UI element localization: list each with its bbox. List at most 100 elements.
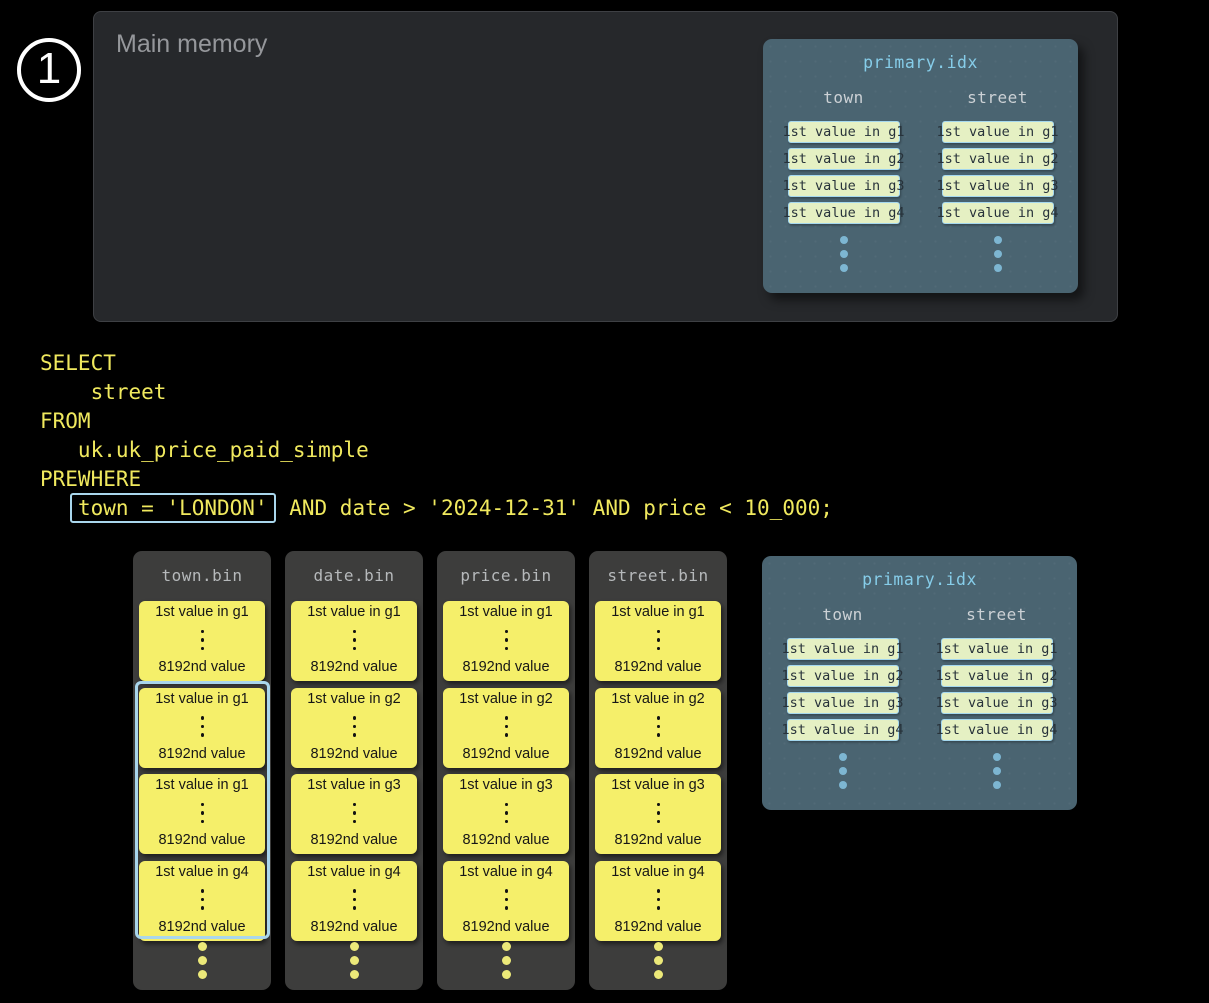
granule-inner-ellipsis [505, 716, 508, 737]
prewhere-highlight-box: town = 'LONDON' [70, 493, 276, 523]
index-entries: 1st value in g1 1st value in g2 1st value … [788, 121, 900, 224]
bin-bottom-ellipsis [437, 942, 575, 979]
granule-first-value-label: 1st value in g4 [155, 863, 249, 882]
main-memory-panel: Main memory primary.idxtown1st value in … [93, 11, 1118, 322]
granule-inner-ellipsis [201, 716, 204, 737]
granule-inner-ellipsis [201, 630, 204, 651]
granule-first-value-label: 1st value in g1 [155, 603, 249, 622]
sql-line: FROM [40, 407, 833, 436]
granule-last-value-label: 8192nd value [614, 831, 701, 850]
granule-block: 1st value in g48192nd value [595, 861, 721, 941]
granule-first-value-label: 1st value in g3 [459, 776, 553, 795]
granule-inner-ellipsis [353, 803, 356, 824]
granule-inner-ellipsis [657, 803, 660, 824]
index-column-street: street 1st value in g1 1st value in g2 1st … [941, 605, 1053, 789]
bin-bottom-ellipsis [589, 942, 727, 979]
column-header-town: town [822, 605, 863, 624]
ellipsis-dots [994, 236, 1002, 272]
ellipsis-dot [993, 767, 1001, 775]
index-entry-chip: 1st value in g3 [788, 175, 900, 197]
granule-first-value-label: 1st value in g3 [307, 776, 401, 795]
ellipsis-dot [993, 781, 1001, 789]
index-entry-chip: 1st value in g3 [787, 692, 899, 714]
column-file-date-bin: date.bin1st value in g18192nd value1st v… [285, 551, 423, 990]
granule-block: 1st value in g1 8192nd value [595, 601, 721, 681]
index-column-town: town 1st value in g1 1st value in g2 1st va… [787, 605, 899, 789]
granule-first-value-label: 1st value in g4 [307, 863, 401, 882]
index-entry-chip: 1st value in g4 [941, 719, 1053, 741]
index-entry-chip: 1st value in g1 [787, 638, 899, 660]
granule-block: 1st value in g18192nd value [139, 774, 265, 854]
ellipsis-dot [840, 264, 848, 272]
granule-first-value-label: 1st value in g1 [155, 690, 249, 709]
bin-bottom-ellipsis [133, 942, 271, 979]
granule-inner-ellipsis [505, 889, 508, 910]
ellipsis-dot [840, 250, 848, 258]
granule-last-value-label: 8192nd value [310, 918, 397, 937]
bin-title: price.bin [437, 551, 575, 585]
ellipsis-dot [994, 250, 1002, 258]
index-entry-chip: 1st value in g4 [787, 719, 899, 741]
bin-title: street.bin [589, 551, 727, 585]
granule-first-value-label: 1st value in g1 [459, 603, 553, 622]
granule-last-value-label: 8192nd value [158, 918, 245, 937]
granule-last-value-label: 8192nd value [158, 745, 245, 764]
prewhere-diagram: 1 Main memory primary.idxtown1st value i… [0, 0, 1209, 1003]
ellipsis-dot [839, 753, 847, 761]
bin-bottom-ellipsis [285, 942, 423, 979]
granule-last-value-label: 8192nd value [158, 831, 245, 850]
granule-first-value-label: 1st value in g1 [307, 603, 401, 622]
main-memory-title: Main memory [116, 30, 267, 59]
granule-first-value-label: 1st value in g2 [459, 690, 553, 709]
index-column-street: street1st value in g11st value in g21st … [942, 88, 1054, 272]
granule-inner-ellipsis [657, 630, 660, 651]
column-header-street: street [966, 605, 1027, 624]
granule-block: 1st value in g1 8192nd value [139, 688, 265, 768]
granule-block: 1st value in g28192nd value [595, 688, 721, 768]
granule-first-value-label: 1st value in g4 [611, 863, 705, 882]
primary-idx-panel-disk: primary.idx town 1st value in g1 1st value … [762, 556, 1077, 810]
primary-idx-panel-memory: primary.idxtown1st value in g11st value … [763, 39, 1078, 293]
granule-block: 1st value in g18192nd value [291, 601, 417, 681]
granule-block: 1st value in g3 8192nd value [595, 774, 721, 854]
granule-block: 1st value in g3 8192nd value [443, 774, 569, 854]
ellipsis-dots [993, 753, 1001, 789]
granule-last-value-label: 8192nd value [462, 918, 549, 937]
granule-last-value-label: 8192nd value [462, 831, 549, 850]
granule-last-value-label: 8192nd value [614, 745, 701, 764]
ellipsis-dot [994, 264, 1002, 272]
primary-idx-title: primary.idx [763, 39, 1078, 72]
sql-line: PREWHERE [40, 465, 833, 494]
granule-inner-ellipsis [201, 803, 204, 824]
index-entry-chip: 1st value in g3 [941, 692, 1053, 714]
granule-block: 1st value in g48192nd value [443, 861, 569, 941]
index-entry-chip: 1st value in g2 [787, 665, 899, 687]
granule-block: 1st value in g4 8192nd value [139, 861, 265, 941]
index-entry-chip: 1st value in g1 [788, 121, 900, 143]
granule-last-value-label: 8192nd value [310, 831, 397, 850]
column-file-street-bin: street.bin1st value in g18192nd value1st… [589, 551, 727, 990]
granule-block: 1st value in g4 8192nd value [291, 861, 417, 941]
index-columns: town 1st value in g1 1st value in g2 1st va… [762, 605, 1077, 789]
ellipsis-dot [839, 767, 847, 775]
granule-first-value-label: 1st value in g3 [611, 776, 705, 795]
granule-last-value-label: 8192nd value [614, 658, 701, 677]
step-badge: 1 [17, 38, 81, 102]
granule-inner-ellipsis [353, 630, 356, 651]
index-entry-chip: 1st value in g1 [941, 638, 1053, 660]
index-entry-chip: 1st value in g2 [941, 665, 1053, 687]
index-entry-chip: 1st value in g4 [788, 202, 900, 224]
index-entry-chip: 1st value in g2 [942, 148, 1054, 170]
index-entry-chip: 1st value in g1 [942, 121, 1054, 143]
index-entry-chip: 1st value in g2 [788, 148, 900, 170]
sql-query: SELECT streetFROM uk.uk_price_paid_simpl… [40, 349, 833, 523]
sql-prewhere-condition-line: town = 'LONDON' AND date > '2024-12-31' … [40, 494, 833, 523]
sql-line: uk.uk_price_paid_simple [40, 436, 833, 465]
column-file-price-bin: price.bin1st value in g18192nd value1st … [437, 551, 575, 990]
granule-first-value-label: 1st value in g1 [611, 603, 705, 622]
ellipsis-dots [839, 753, 847, 789]
index-entry-chip: 1st value in g4 [942, 202, 1054, 224]
granule-inner-ellipsis [505, 803, 508, 824]
primary-idx-title: primary.idx [762, 556, 1077, 589]
granule-last-value-label: 8192nd value [158, 658, 245, 677]
